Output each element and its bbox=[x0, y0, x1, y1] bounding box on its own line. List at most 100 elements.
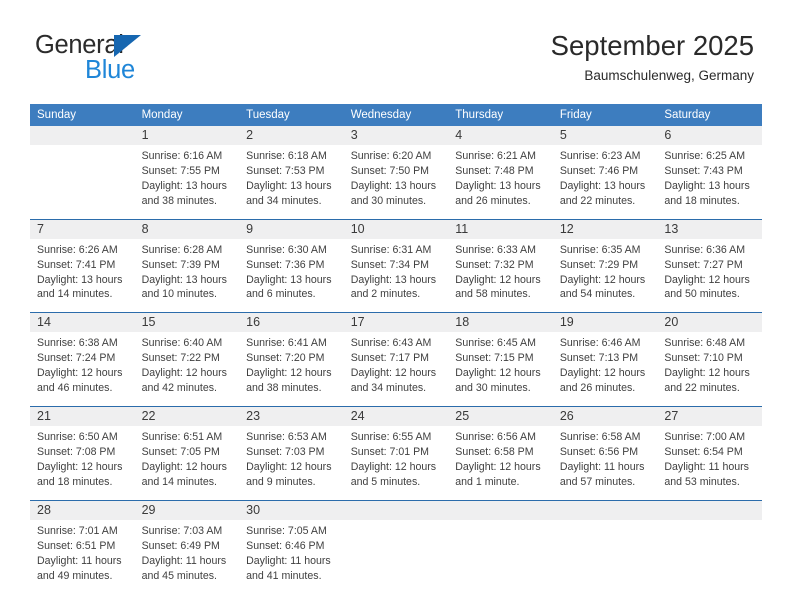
day-cell[interactable]: Sunrise: 6:35 AM Sunset: 7:29 PM Dayligh… bbox=[552, 238, 658, 313]
day-number[interactable]: 1 bbox=[134, 126, 240, 145]
day-number[interactable]: 27 bbox=[657, 406, 762, 427]
week-row-details: Sunrise: 6:50 AM Sunset: 7:08 PM Dayligh… bbox=[30, 426, 762, 501]
day-number[interactable]: 18 bbox=[448, 312, 553, 333]
day-number[interactable]: 5 bbox=[552, 126, 658, 145]
daylight-text: Daylight: 13 hours bbox=[37, 273, 123, 286]
daylight-text: Daylight: 12 hours bbox=[664, 273, 750, 286]
day-cell[interactable]: Sunrise: 6:28 AM Sunset: 7:39 PM Dayligh… bbox=[134, 238, 240, 313]
day-cell[interactable]: Sunrise: 6:50 AM Sunset: 7:08 PM Dayligh… bbox=[30, 426, 135, 501]
weekday-header-wednesday: Wednesday bbox=[343, 104, 449, 126]
daylight-text: Daylight: 12 hours bbox=[141, 367, 227, 380]
day-number[interactable]: 30 bbox=[239, 499, 344, 520]
day-number[interactable]: 12 bbox=[552, 218, 658, 239]
day-number[interactable]: 24 bbox=[343, 406, 449, 427]
day-number[interactable]: 29 bbox=[134, 499, 240, 520]
day-number bbox=[657, 499, 762, 520]
day-cell[interactable]: Sunrise: 7:01 AM Sunset: 6:51 PM Dayligh… bbox=[30, 519, 135, 594]
daylight-text-cont: and 22 minutes. bbox=[664, 382, 740, 395]
day-number[interactable]: 9 bbox=[239, 218, 344, 239]
day-cell[interactable]: Sunrise: 6:18 AM Sunset: 7:53 PM Dayligh… bbox=[239, 145, 344, 220]
day-cell[interactable]: Sunrise: 6:53 AM Sunset: 7:03 PM Dayligh… bbox=[239, 426, 344, 501]
day-cell[interactable]: Sunrise: 6:55 AM Sunset: 7:01 PM Dayligh… bbox=[343, 426, 449, 501]
daylight-text-cont: and 34 minutes. bbox=[246, 194, 322, 207]
day-number[interactable]: 25 bbox=[448, 406, 553, 427]
day-cell[interactable]: Sunrise: 6:31 AM Sunset: 7:34 PM Dayligh… bbox=[343, 238, 449, 313]
day-cell[interactable]: Sunrise: 6:30 AM Sunset: 7:36 PM Dayligh… bbox=[239, 238, 344, 313]
sunset-text: Sunset: 7:46 PM bbox=[559, 164, 639, 177]
day-number[interactable]: 17 bbox=[343, 312, 449, 333]
day-number[interactable]: 3 bbox=[343, 126, 449, 145]
daylight-text: Daylight: 11 hours bbox=[559, 460, 645, 473]
day-number[interactable]: 8 bbox=[134, 218, 240, 239]
day-number[interactable]: 10 bbox=[343, 218, 449, 239]
day-cell[interactable]: Sunrise: 6:26 AM Sunset: 7:41 PM Dayligh… bbox=[30, 238, 135, 313]
day-number[interactable]: 11 bbox=[448, 218, 553, 239]
day-number[interactable]: 26 bbox=[552, 406, 658, 427]
day-cell[interactable]: Sunrise: 7:00 AM Sunset: 6:54 PM Dayligh… bbox=[657, 426, 762, 501]
daylight-text: Daylight: 11 hours bbox=[246, 554, 331, 567]
day-number bbox=[448, 499, 553, 520]
weekday-header-row: Sunday Monday Tuesday Wednesday Thursday… bbox=[30, 104, 762, 126]
day-number[interactable]: 4 bbox=[448, 126, 553, 145]
sunrise-text: Sunrise: 6:16 AM bbox=[141, 150, 223, 162]
day-number[interactable]: 21 bbox=[30, 406, 135, 427]
daylight-text: Daylight: 11 hours bbox=[141, 554, 227, 567]
week-row-daynums: 28 29 30 bbox=[30, 499, 762, 520]
sunrise-text: Sunrise: 6:48 AM bbox=[664, 337, 746, 350]
day-cell[interactable]: Sunrise: 6:21 AM Sunset: 7:48 PM Dayligh… bbox=[448, 145, 553, 220]
brand-logo[interactable]: General Blue bbox=[35, 32, 215, 88]
sunrise-text: Sunrise: 6:21 AM bbox=[455, 150, 536, 162]
day-cell[interactable]: Sunrise: 7:05 AM Sunset: 6:46 PM Dayligh… bbox=[239, 519, 344, 594]
day-number[interactable]: 14 bbox=[30, 312, 135, 333]
day-number[interactable]: 28 bbox=[30, 499, 135, 520]
day-number[interactable]: 22 bbox=[134, 406, 240, 427]
day-cell-empty bbox=[30, 145, 135, 220]
day-number[interactable]: 15 bbox=[134, 312, 240, 333]
day-cell[interactable]: Sunrise: 6:51 AM Sunset: 7:05 PM Dayligh… bbox=[134, 426, 240, 501]
daylight-text: Daylight: 12 hours bbox=[559, 367, 646, 380]
day-cell[interactable]: Sunrise: 6:58 AM Sunset: 6:56 PM Dayligh… bbox=[552, 426, 658, 501]
day-cell[interactable]: Sunrise: 6:25 AM Sunset: 7:43 PM Dayligh… bbox=[657, 145, 762, 220]
daylight-text: Daylight: 12 hours bbox=[141, 460, 227, 473]
sunrise-text: Sunrise: 6:53 AM bbox=[246, 431, 327, 444]
day-cell[interactable]: Sunrise: 6:43 AM Sunset: 7:17 PM Dayligh… bbox=[343, 332, 449, 407]
day-number[interactable]: 19 bbox=[552, 312, 658, 333]
daylight-text: Daylight: 12 hours bbox=[246, 367, 332, 380]
day-number[interactable]: 23 bbox=[239, 406, 344, 427]
daylight-text-cont: and 53 minutes. bbox=[664, 475, 740, 488]
day-number[interactable]: 20 bbox=[657, 312, 762, 333]
day-number[interactable]: 2 bbox=[239, 126, 344, 145]
sunrise-text: Sunrise: 6:28 AM bbox=[141, 243, 223, 256]
day-cell[interactable]: Sunrise: 6:46 AM Sunset: 7:13 PM Dayligh… bbox=[552, 332, 658, 407]
day-number[interactable]: 13 bbox=[657, 218, 762, 239]
sunrise-text: Sunrise: 6:18 AM bbox=[246, 150, 327, 162]
daylight-text: Daylight: 13 hours bbox=[141, 179, 227, 192]
daylight-text-cont: and 18 minutes. bbox=[37, 475, 113, 488]
day-cell[interactable]: Sunrise: 6:38 AM Sunset: 7:24 PM Dayligh… bbox=[30, 332, 135, 407]
day-cell[interactable]: Sunrise: 6:40 AM Sunset: 7:22 PM Dayligh… bbox=[134, 332, 240, 407]
day-number[interactable]: 6 bbox=[657, 126, 762, 145]
day-cell[interactable]: Sunrise: 7:03 AM Sunset: 6:49 PM Dayligh… bbox=[134, 519, 240, 594]
week-row-details: Sunrise: 7:01 AM Sunset: 6:51 PM Dayligh… bbox=[30, 519, 762, 594]
daylight-text-cont: and 10 minutes. bbox=[141, 288, 217, 301]
daylight-text: Daylight: 13 hours bbox=[350, 179, 437, 192]
day-cell[interactable]: Sunrise: 6:41 AM Sunset: 7:20 PM Dayligh… bbox=[239, 332, 344, 407]
day-number[interactable]: 7 bbox=[30, 218, 135, 239]
sunset-text: Sunset: 7:55 PM bbox=[141, 164, 220, 177]
daylight-text-cont: and 30 minutes. bbox=[455, 382, 531, 395]
daylight-text: Daylight: 13 hours bbox=[246, 179, 332, 192]
sunrise-text: Sunrise: 6:33 AM bbox=[455, 243, 536, 256]
day-cell[interactable]: Sunrise: 6:23 AM Sunset: 7:46 PM Dayligh… bbox=[552, 145, 658, 220]
day-cell[interactable]: Sunrise: 6:33 AM Sunset: 7:32 PM Dayligh… bbox=[448, 238, 553, 313]
day-cell[interactable]: Sunrise: 6:20 AM Sunset: 7:50 PM Dayligh… bbox=[343, 145, 449, 220]
sunset-text: Sunset: 6:49 PM bbox=[141, 539, 220, 552]
day-cell[interactable]: Sunrise: 6:16 AM Sunset: 7:55 PM Dayligh… bbox=[134, 145, 240, 220]
day-cell[interactable]: Sunrise: 6:48 AM Sunset: 7:10 PM Dayligh… bbox=[657, 332, 762, 407]
day-cell[interactable]: Sunrise: 6:45 AM Sunset: 7:15 PM Dayligh… bbox=[448, 332, 553, 407]
day-number[interactable]: 16 bbox=[239, 312, 344, 333]
day-cell[interactable]: Sunrise: 6:36 AM Sunset: 7:27 PM Dayligh… bbox=[657, 238, 762, 313]
day-cell[interactable]: Sunrise: 6:56 AM Sunset: 6:58 PM Dayligh… bbox=[448, 426, 553, 501]
day-number bbox=[30, 126, 135, 145]
week-row-daynums: 7 8 9 10 11 12 13 bbox=[30, 218, 762, 239]
daylight-text-cont: and 14 minutes. bbox=[37, 288, 113, 301]
